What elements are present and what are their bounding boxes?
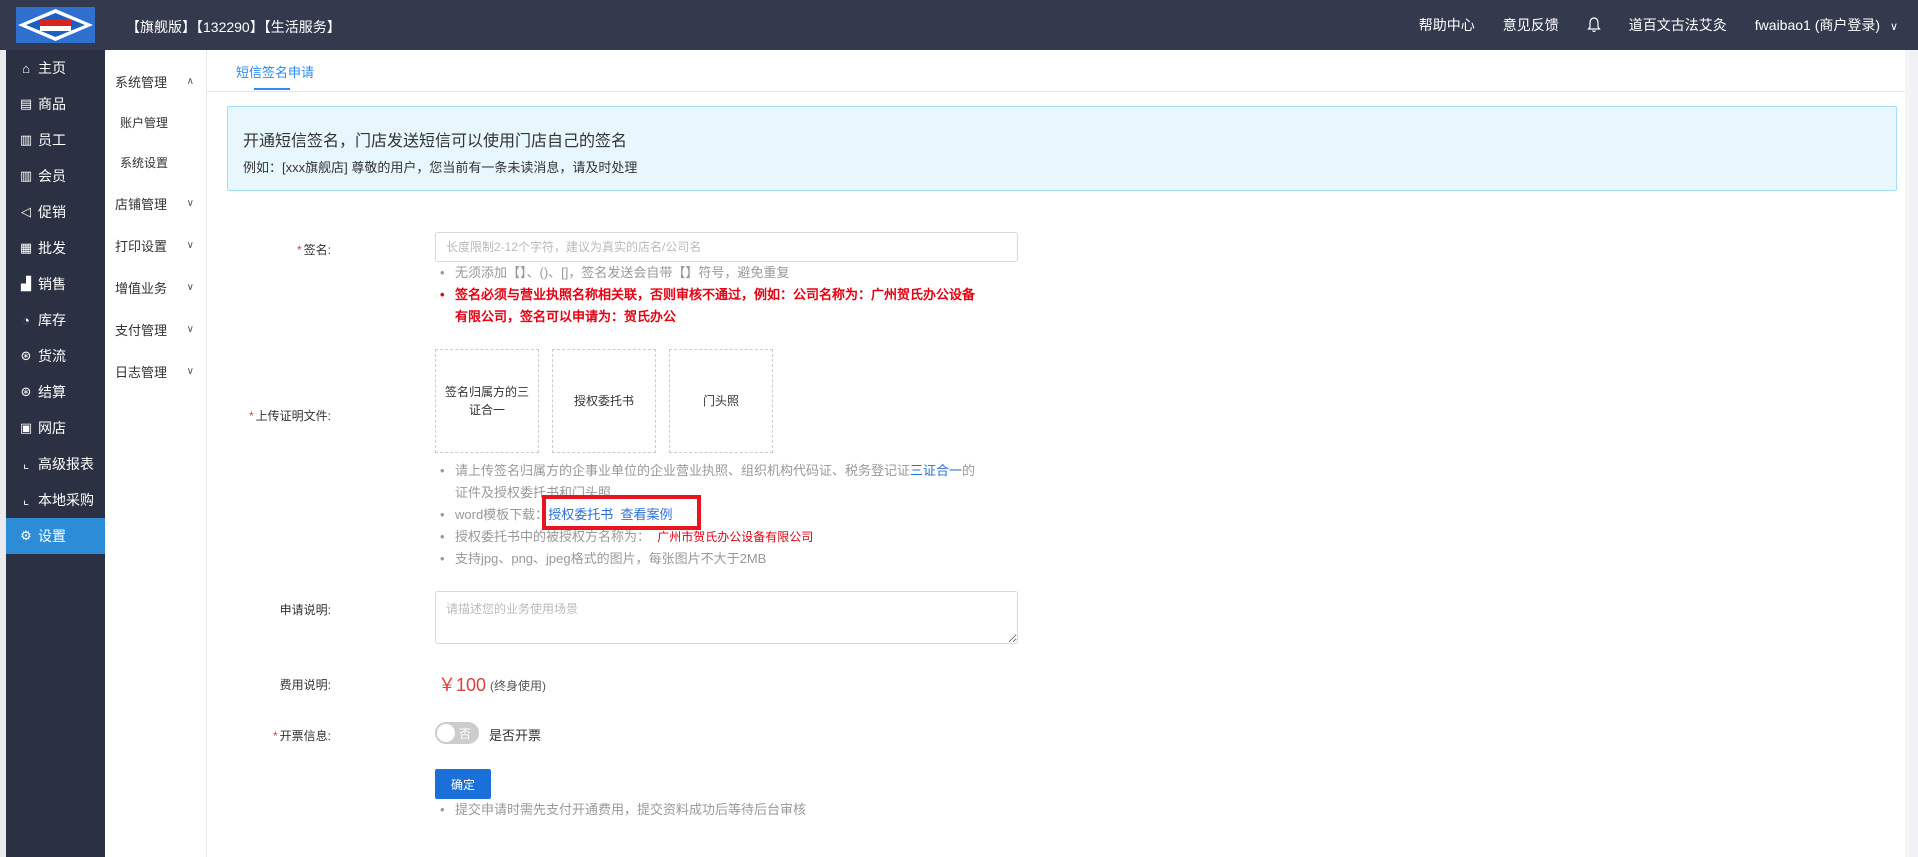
description-textarea[interactable]: [435, 591, 1018, 644]
submenu-settings[interactable]: 系统设置: [105, 142, 206, 182]
help-center-link[interactable]: 帮助中心: [1419, 15, 1475, 35]
grantee-row: 授权委托书中的被授权方名称为： 广州市贺氏办公设备有限公司: [435, 526, 1035, 548]
sidebar-item-home[interactable]: ⌂ 主页: [6, 50, 105, 86]
user-name: fwaibao1 (商户登录): [1754, 17, 1881, 33]
sidebar-item-shop[interactable]: ▣ 网店: [6, 410, 105, 446]
upload-tips: 请上传签名归属方的企事业单位的企业营业执照、组织机构代码证、税务登记证三证合一的…: [435, 460, 1035, 570]
sidebar-item-purchase[interactable]: ⌞ 本地采购: [6, 482, 105, 518]
main-content: 短信签名申请 开通短信签名，门店发送短信可以使用门店自己的签名 例如：[xxx旗…: [207, 50, 1910, 857]
fee-note: (终身使用): [490, 679, 546, 693]
tab-bar: 短信签名申请: [207, 50, 1910, 92]
settings-submenu: 系统管理 ∧ 账户管理 系统设置 店铺管理 ∨ 打印设置 ∨ 增值业务 ∨ 支付管理 ∨ …: [105, 50, 207, 857]
format-tip: 支持jpg、png、jpeg格式的图片，每张图片不大于2MB: [435, 548, 1035, 570]
invoice-toggle-label: 是否开票: [489, 728, 542, 743]
notice-example: 例如：[xxx旗舰店] 尊敬的用户，您当前有一条未读消息，请及时处理: [243, 160, 638, 175]
feedback-link[interactable]: 意见反馈: [1503, 15, 1559, 35]
shop-icon: ▣: [19, 420, 33, 435]
submit-tips: 提交申请时需先支付开通费用，提交资料成功后等待后台审核: [435, 799, 1035, 821]
toggle-knob: [437, 724, 455, 742]
chevron-up-icon: ∧: [186, 75, 194, 87]
sidebar-item-member[interactable]: ▥ 会员: [6, 158, 105, 194]
wholesale-icon: ▦: [19, 240, 33, 255]
submit-tip: 提交申请时需先支付开通费用，提交资料成功后等待后台审核: [435, 799, 1035, 821]
chevron-down-icon: ∨: [1889, 21, 1898, 33]
submenu-shop[interactable]: 店铺管理 ∨: [105, 182, 206, 224]
top-header: 【旗舰版】【132290】【生活服务】 帮助中心 意见反馈 道百文古法艾灸 fw…: [0, 0, 1918, 50]
three-in-one-link[interactable]: 三证合一: [910, 463, 962, 478]
info-notice: 开通短信签名，门店发送短信可以使用门店自己的签名 例如：[xxx旗舰店] 尊敬的…: [227, 106, 1897, 191]
goods-icon: ▤: [19, 96, 33, 111]
signature-tips: 无须添加【】、()、[]，签名发送会自带【】符号，避免重复 签名必须与营业执照名…: [435, 262, 1055, 328]
upload-license-box[interactable]: 签名归属方的三证合一: [435, 349, 539, 453]
desc-label: 申请说明:: [279, 603, 331, 617]
staff-icon: ▥: [19, 132, 33, 147]
sidebar-item-report[interactable]: ⌞ 高级报表: [6, 446, 105, 482]
member-icon: ▥: [19, 168, 33, 183]
app-brand: 【旗舰版】【132290】【生活服务】: [126, 19, 341, 35]
submit-button[interactable]: 确定: [435, 769, 491, 799]
grantee-name: 广州市贺氏办公设备有限公司: [657, 530, 814, 544]
tab-sms-signature[interactable]: 短信签名申请: [236, 62, 314, 81]
chevron-down-icon: ∨: [186, 323, 194, 335]
invoice-label: * 开票信息:: [272, 729, 331, 743]
upload-label: * 上传证明文件:: [248, 409, 331, 423]
main-sidebar: ⌂ 主页 ▤ 商品 ▥ 员工 ▥ 会员 ◁ 促销 ▦ 批发 ▟ 销售 ◔ 库存 ⊛ 货流 ⊛ 结算 …: [6, 50, 105, 857]
word-template-row: word模板下载：授权委托书 查看案例: [435, 504, 1035, 526]
sales-icon: ▟: [21, 276, 31, 291]
chevron-down-icon: ∨: [186, 281, 194, 293]
signature-warning: 签名必须与营业执照名称相关联，否则审核不通过，例如：公司名称为：广州贺氏办公设备…: [435, 284, 1055, 328]
signature-tip: 无须添加【】、()、[]，签名发送会自带【】符号，避免重复: [435, 262, 1055, 284]
submenu-system[interactable]: 系统管理 ∧: [105, 60, 206, 102]
bell-icon[interactable]: [1587, 17, 1601, 33]
submenu-account[interactable]: 账户管理: [105, 102, 206, 142]
fee-amount: ￥100: [438, 675, 487, 695]
sidebar-item-promo[interactable]: ◁ 促销: [6, 194, 105, 230]
sign-label: * 签名:: [296, 243, 331, 257]
upload-authorization-box[interactable]: 授权委托书: [552, 349, 656, 453]
tab-active-indicator: [254, 88, 290, 90]
settle-icon: ⊛: [20, 384, 32, 399]
sidebar-item-settle[interactable]: ⊛ 结算: [6, 374, 105, 410]
submenu-value-added[interactable]: 增值业务 ∨: [105, 266, 206, 308]
sidebar-item-wholesale[interactable]: ▦ 批发: [6, 230, 105, 266]
sidebar-item-stock[interactable]: ◔ 库存: [6, 302, 105, 338]
sidebar-item-sales[interactable]: ▟ 销售: [6, 266, 105, 302]
submenu-log[interactable]: 日志管理 ∨: [105, 350, 206, 392]
notice-title: 开通短信签名，门店发送短信可以使用门店自己的签名: [243, 133, 628, 150]
promo-icon: ◁: [21, 204, 31, 219]
home-icon: ⌂: [22, 60, 30, 76]
submenu-print[interactable]: 打印设置 ∨: [105, 224, 206, 266]
flow-icon: ⊛: [20, 348, 32, 363]
submenu-payment[interactable]: 支付管理 ∨: [105, 308, 206, 350]
chevron-down-icon: ∨: [186, 239, 194, 251]
highlight-box: [542, 495, 701, 530]
sidebar-item-goods[interactable]: ▤ 商品: [6, 86, 105, 122]
upload-tip: 请上传签名归属方的企事业单位的企业营业执照、组织机构代码证、税务登记证三证合一的…: [435, 460, 1035, 504]
toggle-state: 否: [459, 727, 472, 741]
report-icon: ⌞: [22, 456, 30, 471]
stock-icon: ◔: [22, 312, 30, 328]
upload-storefront-box[interactable]: 门头照: [669, 349, 773, 453]
chevron-down-icon: ∨: [186, 365, 194, 377]
invoice-toggle[interactable]: 否: [435, 722, 479, 744]
scrollbar[interactable]: [1905, 50, 1910, 857]
sidebar-item-settings[interactable]: ⚙ 设置: [6, 518, 105, 554]
store-name[interactable]: 道百文古法艾灸: [1629, 15, 1727, 35]
purchase-icon: ⌞: [22, 492, 30, 507]
sidebar-item-staff[interactable]: ▥ 员工: [6, 122, 105, 158]
gear-icon: ⚙: [20, 528, 32, 543]
sidebar-item-flow[interactable]: ⊛ 货流: [6, 338, 105, 374]
signature-input[interactable]: [435, 232, 1018, 262]
user-menu[interactable]: fwaibao1 (商户登录) ∨: [1755, 15, 1898, 35]
chevron-down-icon: ∨: [186, 197, 194, 209]
fee-label: 费用说明:: [279, 678, 331, 692]
aibao-logo[interactable]: [16, 7, 95, 43]
